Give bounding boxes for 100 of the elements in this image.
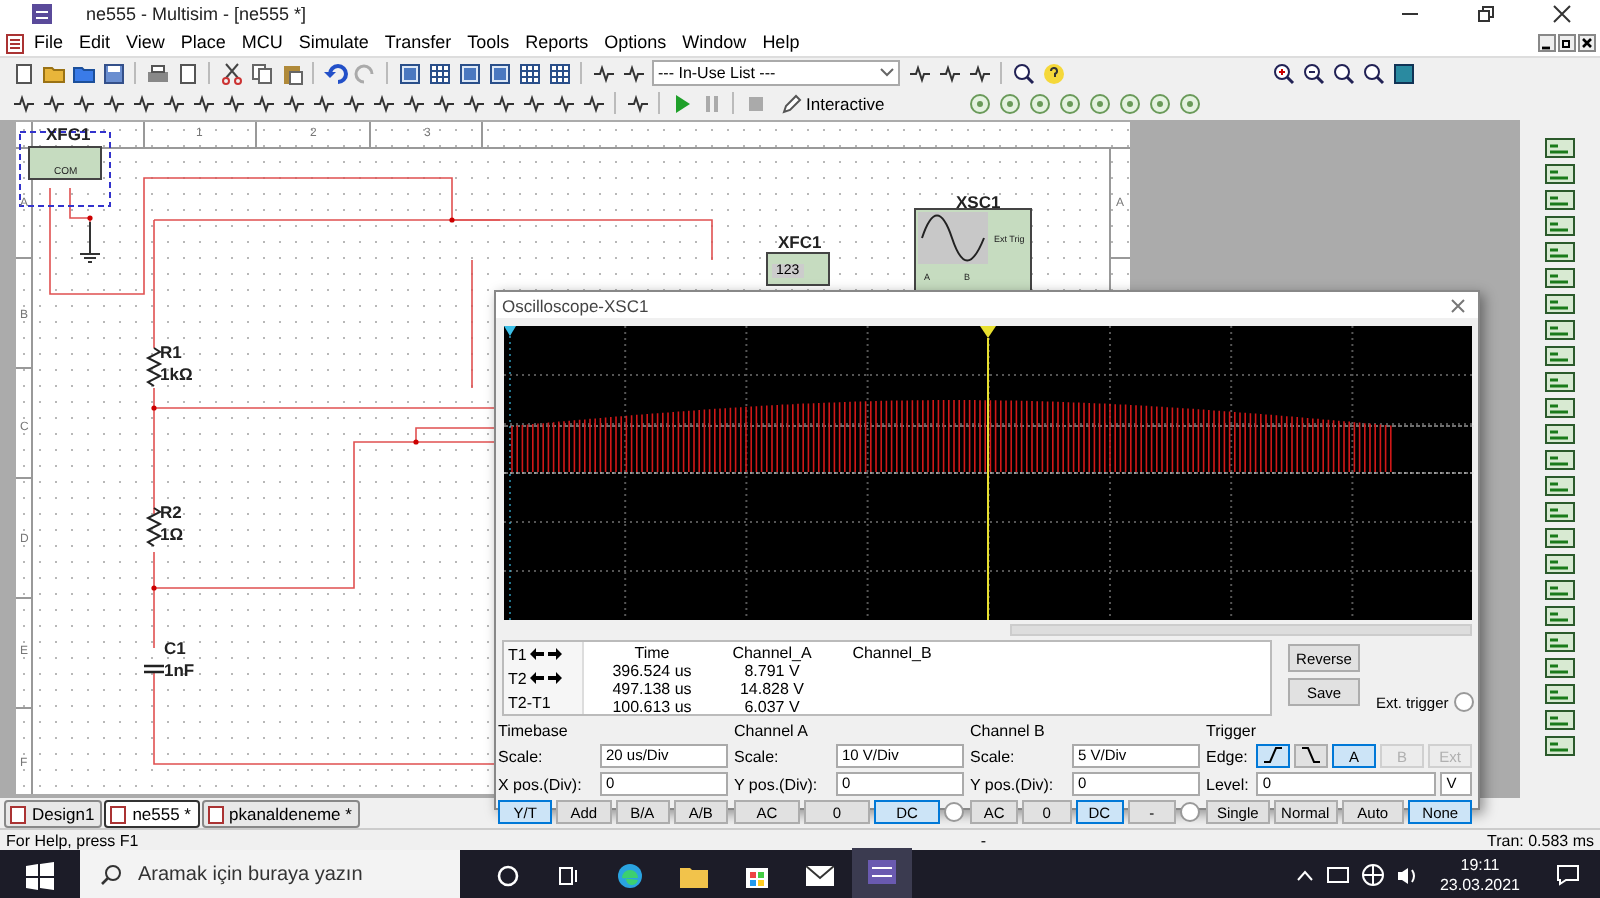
radio-button[interactable]: [944, 802, 964, 822]
interactive-mode-button[interactable]: Interactive: [776, 91, 885, 115]
instrument-icon[interactable]: [1544, 448, 1576, 472]
component-icon[interactable]: [71, 91, 95, 115]
component-icon[interactable]: [621, 61, 645, 85]
instrument-icon[interactable]: [1544, 552, 1576, 576]
print-icon[interactable]: [145, 61, 169, 85]
instrument-icon[interactable]: [1544, 344, 1576, 368]
component-icon[interactable]: [581, 91, 605, 115]
speaker-icon[interactable]: [1395, 865, 1418, 885]
instrument-icon[interactable]: [1544, 266, 1576, 290]
instrument-icon[interactable]: [1544, 734, 1576, 758]
circuit-app-icon[interactable]: [868, 859, 896, 883]
menu-item[interactable]: Window: [682, 32, 747, 52]
menu-item[interactable]: File: [34, 32, 64, 52]
instrument-icon[interactable]: [1544, 474, 1576, 498]
instrument-icon[interactable]: [1544, 370, 1576, 394]
view-panel-icon[interactable]: [397, 61, 421, 85]
radio-button[interactable]: [1180, 802, 1200, 822]
circle-icon[interactable]: [496, 863, 520, 887]
globe-icon[interactable]: [1361, 864, 1384, 886]
copy-icon[interactable]: [249, 61, 273, 85]
instrument-icon[interactable]: [1544, 526, 1576, 550]
component-icon[interactable]: [491, 91, 515, 115]
component-icon[interactable]: [341, 91, 365, 115]
zoom-fit-icon[interactable]: [1361, 61, 1385, 85]
trigger-edge-button[interactable]: [1256, 744, 1291, 768]
instrument-icon[interactable]: [1544, 500, 1576, 524]
restore-icon[interactable]: [1476, 4, 1496, 24]
instrument-icon[interactable]: [1544, 162, 1576, 186]
view-panel-icon[interactable]: [547, 61, 571, 85]
probe-icon[interactable]: [1177, 91, 1202, 115]
menu-item[interactable]: Edit: [79, 32, 111, 52]
component-icon[interactable]: [251, 91, 275, 115]
save-icon[interactable]: [101, 61, 125, 85]
probe-icon[interactable]: [1147, 91, 1172, 115]
undo-icon[interactable]: [323, 61, 347, 85]
instrument-icon[interactable]: [1544, 292, 1576, 316]
component-icon[interactable]: [41, 91, 65, 115]
component-icon[interactable]: [311, 91, 335, 115]
component-icon[interactable]: [591, 61, 615, 85]
cut-icon[interactable]: [219, 61, 243, 85]
scrollbar[interactable]: [1010, 624, 1472, 636]
component-icon[interactable]: [401, 91, 425, 115]
instrument-icon[interactable]: [1544, 240, 1576, 264]
component-icon[interactable]: [907, 61, 931, 85]
component-icon[interactable]: [461, 91, 485, 115]
menu-item[interactable]: Place: [180, 32, 226, 52]
windows-logo-icon[interactable]: [26, 861, 54, 889]
new-file-icon[interactable]: [11, 61, 35, 85]
restore-icon[interactable]: [1558, 33, 1576, 51]
component-icon[interactable]: [371, 91, 395, 115]
document-tab[interactable]: ne555 *: [104, 800, 199, 828]
menu-item[interactable]: Tools: [467, 32, 510, 52]
component-icon[interactable]: [551, 91, 575, 115]
component-icon[interactable]: [191, 91, 215, 115]
print-preview-icon[interactable]: [175, 61, 199, 85]
menu-item[interactable]: Help: [762, 32, 800, 52]
search-icon[interactable]: [1011, 61, 1035, 85]
help-icon[interactable]: [1041, 61, 1065, 85]
instrument-icon[interactable]: [1544, 630, 1576, 654]
document-tab[interactable]: pkanaldeneme *: [201, 800, 360, 828]
menu-item[interactable]: MCU: [241, 32, 283, 52]
minimize-icon[interactable]: [1538, 33, 1556, 51]
component-icon[interactable]: [521, 91, 545, 115]
menu-item[interactable]: Options: [604, 32, 667, 52]
notification-icon[interactable]: [1556, 864, 1580, 886]
component-icon[interactable]: [11, 91, 35, 115]
instrument-icon[interactable]: [1544, 396, 1576, 420]
document-tab[interactable]: Design1: [4, 800, 103, 828]
full-screen-icon[interactable]: [1391, 61, 1415, 85]
folder-icon[interactable]: [680, 863, 708, 887]
in-use-list-dropdown[interactable]: --- In-Use List ---: [652, 60, 900, 86]
instrument-icon[interactable]: [1544, 422, 1576, 446]
view-panel-icon[interactable]: [487, 61, 511, 85]
component-icon[interactable]: [625, 91, 649, 115]
close-icon[interactable]: [1578, 33, 1596, 51]
probe-icon[interactable]: [1087, 91, 1112, 115]
probe-icon[interactable]: [1117, 91, 1142, 115]
component-icon[interactable]: [131, 91, 155, 115]
mail-icon[interactable]: [806, 865, 834, 885]
menu-item[interactable]: Transfer: [384, 32, 452, 52]
zoom-in-icon[interactable]: [1271, 61, 1295, 85]
zoom-out-icon[interactable]: [1301, 61, 1325, 85]
instrument-icon[interactable]: [1544, 188, 1576, 212]
component-icon[interactable]: [967, 61, 991, 85]
zoom-area-icon[interactable]: [1331, 61, 1355, 85]
instrument-icon[interactable]: [1544, 604, 1576, 628]
trigger-edge-button[interactable]: [1294, 744, 1329, 768]
view-panel-icon[interactable]: [427, 61, 451, 85]
instrument-icon[interactable]: [1544, 318, 1576, 342]
component-icon[interactable]: [221, 91, 245, 115]
menu-item[interactable]: View: [126, 32, 165, 52]
paste-icon[interactable]: [279, 61, 303, 85]
search-field[interactable]: Aramak için buraya yazın: [80, 850, 460, 898]
menu-item[interactable]: Reports: [525, 32, 589, 52]
instrument-icon[interactable]: [1544, 656, 1576, 680]
instrument-icon[interactable]: [1544, 578, 1576, 602]
component-icon[interactable]: [101, 91, 125, 115]
radio-button[interactable]: [1454, 692, 1475, 712]
